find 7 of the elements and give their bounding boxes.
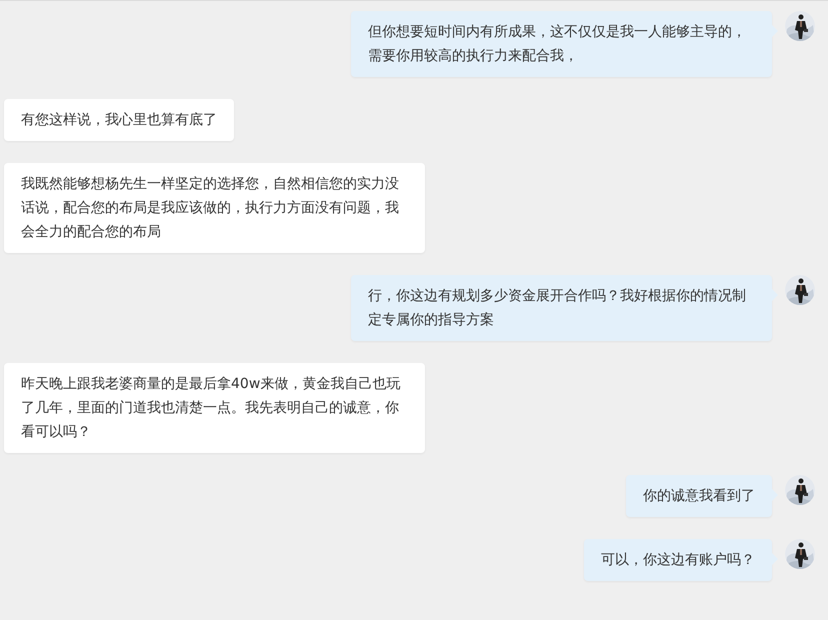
- message-bubble: 你的诚意我看到了: [626, 475, 772, 517]
- message-bubble: 有您这样说，我心里也算有底了: [4, 99, 234, 141]
- message-bubble: 可以，你这边有账户吗？: [584, 539, 772, 581]
- message-bubble: 昨天晚上跟我老婆商量的是最后拿40w来做，黄金我自己也玩了几年，里面的门道我也清楚一点。我先表明自己的诚意，你看可以吗？: [4, 363, 425, 453]
- message-bubble: 我既然能够想杨先生一样坚定的选择您，自然相信您的实力没话说，配合您的布局是我应该做的，执行力方面没有问题，我会全力的配合您的布局: [4, 163, 425, 253]
- message-bubble: 但你想要短时间内有所成果，这不仅仅是我一人能够主导的，需要你用较高的执行力来配合我，: [351, 11, 772, 77]
- message-bubble: 行，你这边有规划多少资金展开合作吗？我好根据你的情况制定专属你的指导方案: [351, 275, 772, 341]
